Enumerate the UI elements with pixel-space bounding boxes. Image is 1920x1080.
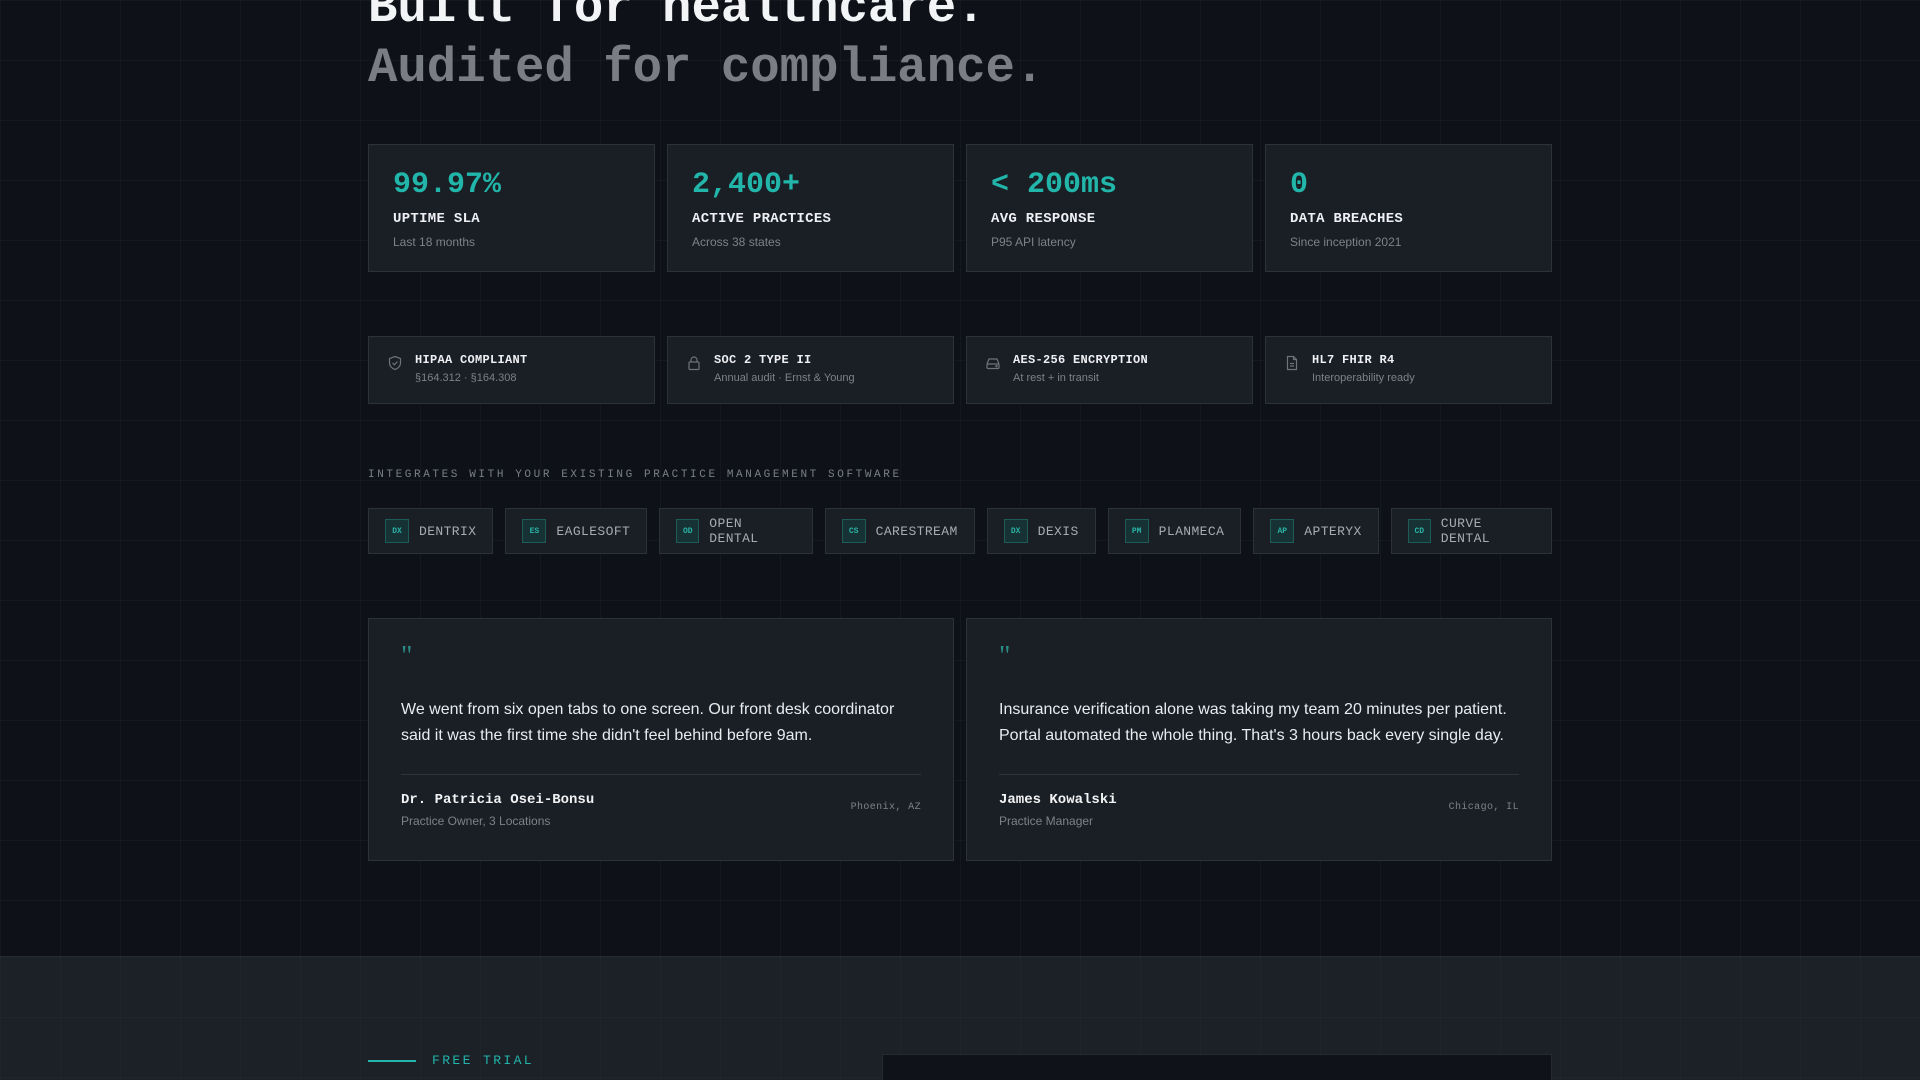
free-trial-section: FREE TRIAL [0,956,1920,1080]
stat-label: AVG RESPONSE [991,211,1096,227]
compliance-sub: At rest + in transit [1013,372,1099,384]
lock-icon [686,355,702,371]
testimonial-card: " We went from six open tabs to one scre… [368,618,954,861]
author-role: Practice Manager [999,814,1094,828]
compliance-title: SOC 2 TYPE II [714,353,812,367]
author-name: Dr. Patricia Osei-Bonsu [401,792,595,808]
compliance-card-encryption: AES-256 ENCRYPTION At rest + in transit [966,336,1253,404]
integration-badge: PM [1124,519,1149,543]
integration-name: CARESTREAM [875,523,958,539]
stat-value: 99.97% [393,168,502,202]
free-trial-text: FREE TRIAL [432,1053,535,1068]
stat-sub: Last 18 months [393,235,476,249]
testimonial-card: " Insurance verification alone was takin… [966,618,1552,861]
stat-sub: Since inception 2021 [1290,235,1402,249]
integration-badge: AP [1270,519,1295,543]
stat-sub: P95 API latency [991,235,1076,249]
compliance-card-fhir: HL7 FHIR R4 Interoperability ready [1265,336,1552,404]
integration-dentrix[interactable]: DX DENTRIX [368,508,494,554]
quote-icon: " [999,641,1011,672]
stat-value: < 200ms [991,168,1118,202]
stat-label: ACTIVE PRACTICES [692,211,832,227]
compliance-sub: Annual audit · Ernst & Young [714,372,855,384]
integration-eaglesoft[interactable]: ES EAGLESOFT [505,508,648,554]
free-trial-label: FREE TRIAL [368,1053,534,1068]
integration-badge: OD [676,519,700,543]
compliance-sub: Interoperability ready [1312,372,1415,384]
integrations-row: DX DENTRIX ES EAGLESOFT OD OPEN DENTAL C… [368,508,1552,554]
quote-icon: " [401,641,413,672]
stat-value: 0 [1290,168,1309,202]
compliance-title: AES-256 ENCRYPTION [1013,353,1149,367]
integration-badge: ES [522,519,547,543]
compliance-sub: §164.312 · §164.308 [415,372,517,384]
integration-name: APTERYX [1304,523,1362,539]
author-role: Practice Owner, 3 Locations [401,814,551,828]
author-name: James Kowalski [999,792,1117,808]
integration-apteryx[interactable]: AP APTERYX [1253,508,1379,554]
testimonial-author: Dr. Patricia Osei-Bonsu Practice Owner, … [401,792,594,828]
headline-line-1: Built for healthcare. [368,0,986,36]
compliance-title: HL7 FHIR R4 [1312,353,1395,367]
compliance-row: HIPAA COMPLIANT §164.312 · §164.308 SOC … [368,336,1552,404]
stat-sub: Across 38 states [692,235,781,249]
compliance-title: HIPAA COMPLIANT [415,353,528,367]
author-location: Phoenix, AZ [850,802,921,813]
shield-icon [387,355,403,371]
stat-card-breaches: 0 DATA BREACHES Since inception 2021 [1265,144,1552,272]
integration-name: EAGLESOFT [556,523,631,539]
stat-card-practices: 2,400+ ACTIVE PRACTICES Across 38 states [667,144,954,272]
accent-line [368,1059,416,1062]
stat-card-response: < 200ms AVG RESPONSE P95 API latency [966,144,1253,272]
testimonial-quote: Insurance verification alone was taking … [999,701,1507,744]
integration-dexis[interactable]: DX DEXIS [986,508,1096,554]
integrations-label: INTEGRATES WITH YOUR EXISTING PRACTICE M… [368,469,902,481]
integration-name: DEXIS [1037,523,1079,539]
integration-badge: DX [385,519,409,543]
headline-line-2: Audited for compliance. [368,40,1045,96]
compliance-card-soc2: SOC 2 TYPE II Annual audit · Ernst & You… [667,336,954,404]
integration-badge: CD [1407,519,1431,543]
integration-curve-dental[interactable]: CD CURVE DENTAL [1390,508,1552,554]
testimonial-quote: We went from six open tabs to one screen… [401,701,895,744]
testimonials-row: " We went from six open tabs to one scre… [368,618,1552,861]
testimonial-author: James Kowalski Practice Manager [999,792,1117,828]
divider [999,774,1519,775]
stats-row: 99.97% UPTIME SLA Last 18 months 2,400+ … [368,144,1552,272]
section-headline: Built for healthcare. Audited for compli… [368,0,1044,98]
author-location: Chicago, IL [1448,802,1519,813]
integration-name: DENTRIX [419,523,477,539]
stat-label: DATA BREACHES [1290,211,1404,227]
integration-planmeca[interactable]: PM PLANMECA [1107,508,1242,554]
integration-carestream[interactable]: CS CARESTREAM [824,508,975,554]
stat-card-uptime: 99.97% UPTIME SLA Last 18 months [368,144,655,272]
integration-badge: DX [1003,519,1028,543]
divider [401,774,921,775]
stat-label: UPTIME SLA [393,211,481,227]
document-icon [1284,355,1300,371]
integration-name: PLANMECA [1158,523,1225,539]
stat-value: 2,400+ [692,168,801,202]
signup-panel [882,1054,1552,1080]
integration-name: OPEN DENTAL [709,516,759,546]
integration-open-dental[interactable]: OD OPEN DENTAL [659,508,813,554]
compliance-card-hipaa: HIPAA COMPLIANT §164.312 · §164.308 [368,336,655,404]
database-icon [985,355,1001,371]
integration-name: CURVE DENTAL [1440,516,1490,546]
integration-badge: CS [841,519,866,543]
